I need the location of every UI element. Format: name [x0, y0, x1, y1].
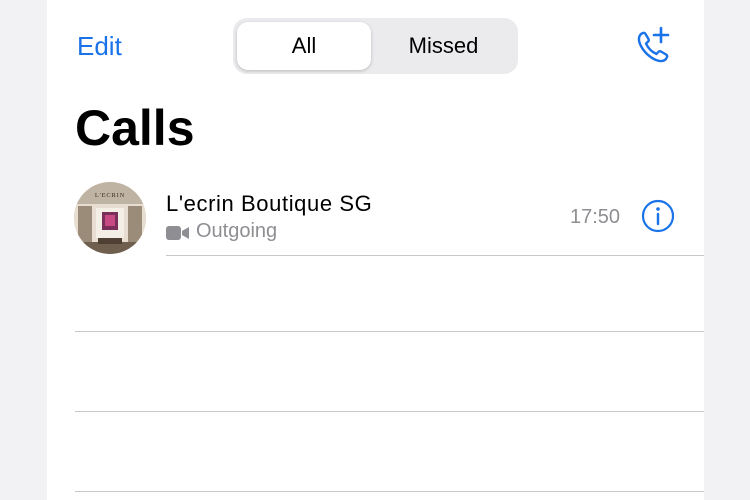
info-icon[interactable] [641, 199, 675, 233]
call-list-item[interactable]: L'ECRIN L'ecrin Boutique SG Outgoing 17:… [47, 175, 704, 256]
call-type: Outgoing [166, 220, 277, 243]
avatar: L'ECRIN [74, 182, 146, 254]
edit-button[interactable]: Edit [77, 28, 122, 64]
list-divider [75, 331, 704, 332]
row-divider [166, 255, 704, 256]
page-title: Calls [75, 100, 195, 156]
video-camera-icon [166, 224, 190, 240]
segment-missed[interactable]: Missed [373, 22, 514, 70]
avatar-logo-text: L'ECRIN [95, 192, 125, 199]
phone-plus-icon[interactable] [632, 24, 676, 68]
call-filter-segmented-control: All Missed [233, 18, 518, 74]
list-divider [75, 411, 704, 412]
segment-all[interactable]: All [237, 22, 371, 70]
call-type-label: Outgoing [196, 220, 278, 242]
calls-screen: Edit All Missed Calls L'ECRIN L'ecrin Bo… [47, 0, 704, 500]
contact-name: L'ecrin Boutique SG [166, 191, 373, 216]
call-time: 17:50 [570, 206, 621, 228]
list-divider [75, 491, 704, 492]
